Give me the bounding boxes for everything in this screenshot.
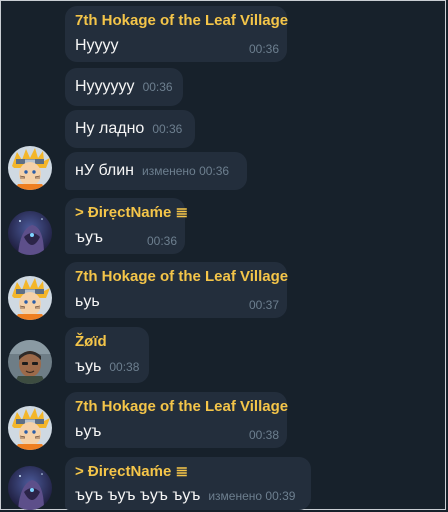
message-time: 00:38 — [109, 360, 140, 374]
message-text: ъуъ ъуъ ъуъ ъуъ — [75, 487, 201, 504]
message-bubble[interactable]: > ĐirẹctNaḿe ≣ ъуъ ъуъ ъуъ ъуъ изменено 0… — [65, 457, 311, 510]
message-time: 00:36 — [142, 80, 173, 94]
sender-name[interactable]: > ĐirẹctNaḿe ≣ — [75, 463, 301, 481]
message-bubble[interactable]: 7th Hokage of the Leaf Village ьуъ 00:38 — [65, 392, 288, 448]
naruto-avatar[interactable] — [8, 146, 52, 190]
sender-name[interactable]: 7th Hokage of the Leaf Village — [75, 12, 288, 30]
directname-avatar[interactable] — [8, 466, 52, 510]
message-text: ъуъ — [75, 229, 103, 246]
message-bubble[interactable]: нУ блин изменено 00:36 — [65, 152, 247, 190]
message-time: 00:36 — [146, 234, 177, 248]
message-time: 00:36 — [152, 122, 183, 136]
message-time: 00:36 — [248, 42, 279, 56]
message-bubble[interactable]: Žøïd ъуь 00:38 — [65, 327, 149, 383]
sender-name[interactable]: > ĐirẹctNaḿe ≣ — [75, 204, 188, 222]
message-time: изменено 00:36 — [142, 164, 230, 178]
message-text: нУ блин — [75, 162, 134, 179]
message-bubble[interactable]: 7th Hokage of the Leaf Village Hyyyy 00:… — [65, 6, 288, 62]
message-bubble[interactable]: Ну ладно 00:36 — [65, 110, 195, 148]
message-time: изменено 00:39 — [208, 489, 296, 503]
message-time: 00:37 — [248, 298, 279, 312]
message-bubble[interactable]: Hyyyyyy 00:36 — [65, 68, 183, 106]
zoid-avatar[interactable] — [8, 340, 52, 384]
message-bubble[interactable]: 7th Hokage of the Leaf Village ьуь 00:37 — [65, 262, 288, 318]
message-time: 00:38 — [248, 428, 279, 442]
message-text: ьуъ — [75, 423, 102, 440]
naruto-avatar[interactable] — [8, 406, 52, 450]
sender-name[interactable]: 7th Hokage of the Leaf Village — [75, 398, 288, 416]
message-text: Hyyyyyy — [75, 78, 135, 95]
message-text: Hyyyy — [75, 37, 119, 54]
sender-name[interactable]: 7th Hokage of the Leaf Village — [75, 268, 288, 286]
message-text: Ну ладно — [75, 120, 145, 137]
directname-avatar[interactable] — [8, 211, 52, 255]
message-text: ъуь — [75, 358, 102, 375]
naruto-avatar[interactable] — [8, 276, 52, 320]
message-bubble[interactable]: > ĐirẹctNaḿe ≣ ъуъ 00:36 — [65, 198, 188, 254]
message-text: ьуь — [75, 293, 100, 310]
sender-name[interactable]: Žøïd — [75, 333, 139, 351]
